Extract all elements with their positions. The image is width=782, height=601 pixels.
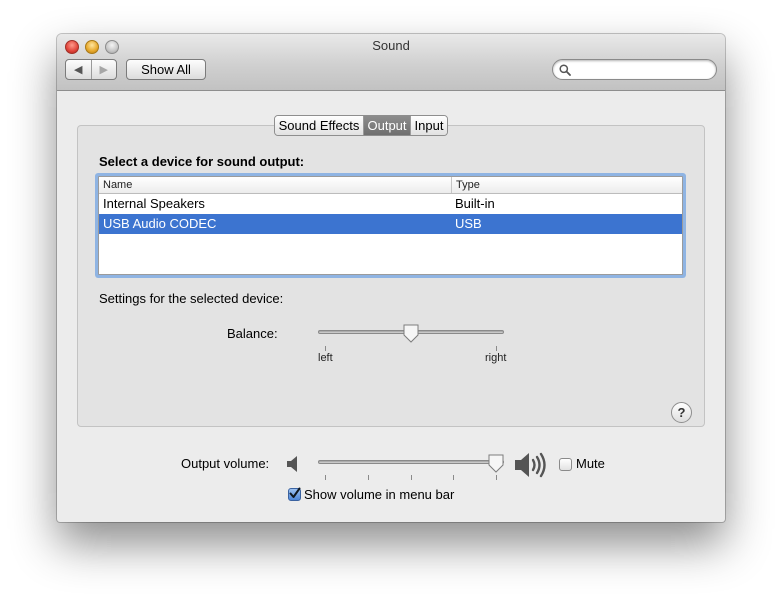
volume-tick-3 (411, 475, 412, 480)
device-name: Internal Speakers (103, 196, 205, 211)
device-type: USB (455, 216, 482, 231)
settings-label: Settings for the selected device: (99, 291, 284, 306)
show-volume-in-menu-bar-checkbox[interactable] (288, 487, 301, 501)
mute-label: Mute (576, 456, 605, 471)
volume-tick-5 (496, 475, 497, 480)
forward-button[interactable]: ▶ (90, 60, 117, 79)
volume-tick-4 (453, 475, 454, 480)
column-header-name[interactable]: Name (99, 177, 452, 193)
back-arrow-icon: ◀ (74, 64, 83, 76)
device-type: Built-in (455, 196, 495, 211)
search-icon (559, 64, 571, 76)
output-panel (77, 125, 705, 427)
tab-sound-effects[interactable]: Sound Effects (275, 116, 363, 135)
balance-tick-right (496, 346, 497, 351)
search-input[interactable] (575, 61, 714, 80)
balance-tick-left (325, 346, 326, 351)
back-forward-group: ◀ ▶ (65, 59, 117, 80)
balance-right-label: right (485, 352, 507, 364)
table-header: Name Type (99, 177, 682, 194)
speaker-low-icon (287, 456, 297, 472)
balance-label: Balance: (227, 326, 278, 341)
titlebar: Sound ◀ ▶ Show All (57, 34, 725, 91)
balance-left-label: left (318, 352, 333, 364)
volume-tick-1 (325, 475, 326, 480)
device-heading: Select a device for sound output: (99, 154, 305, 169)
column-header-type[interactable]: Type (452, 177, 480, 193)
table-row-internal-speakers[interactable]: Internal Speakers Built-in (99, 194, 682, 214)
checkmark-icon (289, 487, 301, 498)
show-all-button[interactable]: Show All (126, 59, 206, 80)
balance-slider-knob[interactable] (402, 324, 420, 344)
window-title: Sound (372, 38, 410, 53)
device-name: USB Audio CODEC (103, 216, 217, 231)
help-button[interactable]: ? (671, 402, 692, 423)
output-volume-label: Output volume: (181, 456, 270, 471)
search-field[interactable] (552, 59, 717, 80)
sound-preferences-window: Sound ◀ ▶ Show All Sound Effects Output … (57, 34, 725, 522)
volume-tick-2 (368, 475, 369, 480)
show-volume-in-menu-bar-label: Show volume in menu bar (304, 487, 455, 502)
volume-slider-knob[interactable] (487, 454, 505, 474)
tab-output[interactable]: Output (363, 116, 410, 135)
tab-bar: Sound Effects Output Input (274, 115, 448, 136)
forward-arrow-icon: ▶ (99, 64, 108, 76)
mute-checkbox[interactable] (559, 458, 572, 471)
table-row-usb-audio-codec[interactable]: USB Audio CODEC USB (99, 214, 682, 234)
volume-slider-track[interactable] (318, 460, 504, 464)
output-device-table[interactable]: Name Type Internal Speakers Built-in USB… (98, 176, 683, 275)
speaker-high-icon (515, 452, 546, 478)
back-button[interactable]: ◀ (66, 60, 91, 79)
tab-input[interactable]: Input (410, 116, 447, 135)
